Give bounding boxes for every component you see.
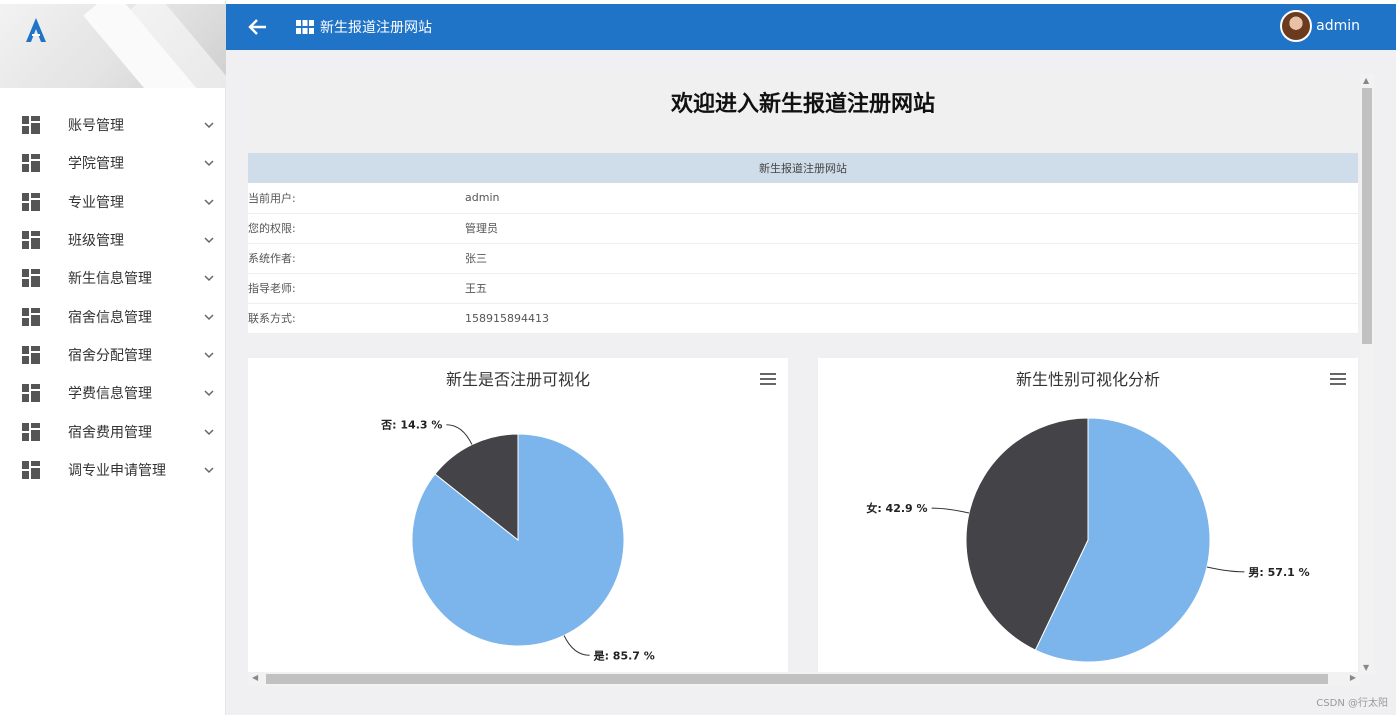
sidebar-item[interactable]: 宿舍费用管理 [0, 412, 226, 450]
module-icon [22, 269, 40, 288]
module-icon [22, 345, 40, 364]
chevron-down-icon[interactable] [202, 386, 216, 400]
sidebar-item-label: 宿舍分配管理 [68, 347, 152, 364]
sidebar-item-label: 学费信息管理 [68, 386, 152, 403]
sidebar-item-label: 宿舍费用管理 [68, 424, 152, 441]
chevron-down-icon[interactable] [202, 195, 216, 209]
sidebar-item-label: 宿舍信息管理 [68, 309, 152, 326]
table-row: 系统作者: 张三 [248, 243, 1358, 274]
sidebar-item-label: 账号管理 [68, 118, 124, 135]
label-connector [446, 424, 473, 445]
row-value: 管理员 [465, 213, 1358, 244]
table-row: 您的权限: 管理员 [248, 213, 1358, 244]
slice-label: 是: 85.7 % [593, 649, 655, 662]
chevron-down-icon[interactable] [202, 118, 216, 132]
module-icon [22, 192, 40, 211]
hamburger-menu-icon[interactable] [760, 372, 776, 386]
username[interactable]: admin [1316, 18, 1360, 34]
row-key: 系统作者: [248, 243, 465, 274]
brand-header [0, 4, 226, 88]
scrollbar-thumb[interactable] [266, 674, 1328, 684]
gender-chart: 男: 57.1 % 女: 42.9 % 新生性别可视化分析 [818, 358, 1358, 672]
sidebar-item-label: 班级管理 [68, 233, 124, 250]
chevron-down-icon[interactable] [202, 310, 216, 324]
scroll-right-icon[interactable]: ▶ [1350, 673, 1356, 682]
sidebar-item-label: 学院管理 [68, 156, 124, 173]
sidebar-item-label: 新生信息管理 [68, 271, 152, 288]
info-table: 新生报道注册网站 当前用户: admin 您的权限: 管理员 系统作者: 张三 指导老师: 王… [248, 153, 1358, 334]
chevron-down-icon[interactable] [202, 463, 216, 477]
row-value: 158915894413 [465, 303, 1358, 334]
scroll-up-icon[interactable]: ▲ [1363, 76, 1369, 85]
watermark: CSDN @行太阳 [1316, 698, 1388, 709]
avatar[interactable] [1280, 10, 1313, 42]
chart-title: 新生是否注册可视化 [445, 370, 590, 389]
vertical-scrollbar[interactable]: ▲ ▼ [1360, 74, 1374, 674]
main-content: 欢迎进入新生报道注册网站 新生报道注册网站 当前用户: admin 您的权限: 管理员… [226, 50, 1396, 715]
gender-pie: 男: 57.1 % 女: 42.9 % [866, 417, 1310, 663]
sidebar-item[interactable]: 新生信息管理 [0, 259, 226, 297]
table-header: 新生报道注册网站 [248, 153, 1358, 183]
chevron-down-icon[interactable] [202, 156, 216, 170]
slice-label: 男: 57.1 % [1248, 566, 1309, 579]
sidebar-item[interactable]: 调专业申请管理 [0, 451, 226, 489]
scrollbar-thumb[interactable] [1362, 88, 1372, 344]
logo-icon [26, 18, 46, 42]
table-row: 联系方式: 158915894413 [248, 303, 1358, 334]
slice-label: 否: 14.3 % [380, 419, 442, 432]
sidebar-item[interactable]: 学费信息管理 [0, 374, 226, 412]
table-row: 当前用户: admin [248, 183, 1358, 214]
row-value: 王五 [465, 273, 1358, 304]
registration-chart: 是: 85.7 % 否: 14.3 % 新生是否注册可视化 [248, 358, 788, 672]
horizontal-scrollbar[interactable]: ◀ ▶ [248, 672, 1360, 686]
module-icon [22, 116, 40, 135]
row-key: 联系方式: [248, 303, 465, 334]
label-connector [931, 507, 970, 514]
row-value: admin [465, 183, 1358, 214]
label-connector [1206, 566, 1245, 573]
welcome-heading: 欢迎进入新生报道注册网站 [670, 92, 935, 117]
slice-label: 女: 42.9 % [866, 501, 927, 515]
sidebar-item[interactable]: 账号管理 [0, 106, 226, 144]
label-connector [563, 635, 590, 656]
sidebar: 账号管理学院管理专业管理班级管理新生信息管理 宿舍信息管理 宿舍分配管理 学费信息管理… [0, 0, 226, 715]
chevron-down-icon[interactable] [202, 425, 216, 439]
module-icon [22, 154, 40, 173]
table-row: 指导老师: 王五 [248, 273, 1358, 304]
grid-icon [296, 20, 314, 34]
chevron-down-icon[interactable] [202, 348, 216, 362]
registration-pie: 是: 85.7 % 否: 14.3 % [380, 419, 655, 663]
info-panel: 欢迎进入新生报道注册网站 新生报道注册网站 当前用户: admin 您的权限: 管理员… [248, 72, 1358, 336]
user-menu[interactable]: admin [1280, 10, 1360, 42]
hamburger-menu-icon[interactable] [1330, 372, 1346, 386]
top-bar: 新生报道注册网站 admin [226, 4, 1396, 50]
page-title: 新生报道注册网站 [320, 20, 432, 36]
sidebar-item[interactable]: 学院管理 [0, 144, 226, 182]
module-icon [22, 460, 40, 479]
sidebar-menu: 账号管理学院管理专业管理班级管理新生信息管理 宿舍信息管理 宿舍分配管理 学费信息管理… [0, 106, 226, 489]
chevron-down-icon[interactable] [202, 271, 216, 285]
module-icon [22, 384, 40, 403]
module-icon [22, 422, 40, 441]
scroll-left-icon[interactable]: ◀ [252, 673, 258, 682]
back-arrow-icon[interactable] [246, 15, 270, 39]
sidebar-item[interactable]: 宿舍信息管理 [0, 297, 226, 335]
sidebar-item[interactable]: 宿舍分配管理 [0, 336, 226, 374]
sidebar-item-label: 专业管理 [68, 194, 124, 211]
chevron-down-icon[interactable] [202, 233, 216, 247]
sidebar-item[interactable]: 班级管理 [0, 221, 226, 259]
row-key: 当前用户: [248, 183, 465, 214]
module-icon [22, 307, 40, 326]
row-value: 张三 [465, 243, 1358, 274]
row-key: 您的权限: [248, 213, 465, 244]
scroll-down-icon[interactable]: ▼ [1363, 663, 1369, 672]
module-icon [22, 231, 40, 250]
sidebar-item[interactable]: 专业管理 [0, 183, 226, 221]
row-key: 指导老师: [248, 273, 465, 304]
chart-title: 新生性别可视化分析 [1015, 370, 1160, 389]
sidebar-item-label: 调专业申请管理 [68, 462, 166, 479]
